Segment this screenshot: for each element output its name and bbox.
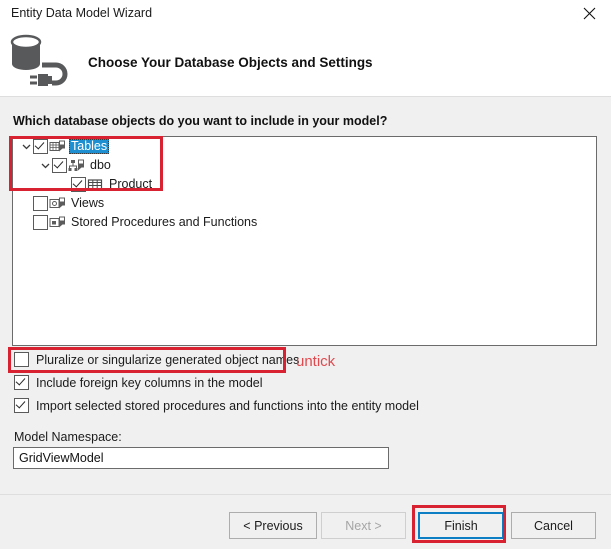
tree-item-product[interactable]: Product: [13, 175, 596, 194]
tree-label-dbo[interactable]: dbo: [88, 158, 113, 173]
chevron-down-icon[interactable]: [19, 137, 33, 156]
tree-item-views[interactable]: Views: [13, 194, 596, 213]
tree-label-stored-procedures[interactable]: Stored Procedures and Functions: [69, 215, 259, 230]
tables-folder-icon: [49, 139, 66, 154]
option-pluralize-checkbox[interactable]: [14, 352, 29, 367]
cancel-button[interactable]: Cancel: [511, 512, 596, 539]
tree-item-dbo[interactable]: dbo: [13, 156, 596, 175]
wizard-body: Which database objects do you want to in…: [0, 97, 611, 489]
option-foreign-keys-checkbox[interactable]: [14, 375, 29, 390]
option-pluralize[interactable]: Pluralize or singularize generated objec…: [14, 352, 299, 367]
tree-label-product[interactable]: Product: [107, 177, 154, 192]
chevron-down-icon[interactable]: [38, 156, 52, 175]
tree-label-tables[interactable]: Tables: [69, 139, 110, 154]
option-pluralize-label: Pluralize or singularize generated objec…: [36, 352, 300, 367]
previous-button[interactable]: < Previous: [229, 512, 317, 539]
tree-checkbox-views[interactable]: [33, 196, 48, 211]
title-bar: Entity Data Model Wizard: [0, 0, 611, 27]
stored-procedures-folder-icon: [49, 215, 66, 230]
database-connection-icon: [8, 31, 72, 91]
option-import-stored-procedures-checkbox[interactable]: [14, 398, 29, 413]
option-foreign-keys-label: Include foreign key columns in the model: [36, 375, 263, 390]
tree-checkbox-product[interactable]: [71, 177, 86, 192]
tree-label-views[interactable]: Views: [69, 196, 106, 211]
option-foreign-keys[interactable]: Include foreign key columns in the model: [14, 375, 263, 390]
schema-icon: [68, 158, 85, 173]
table-grid-icon: [87, 177, 104, 192]
next-button: Next >: [321, 512, 406, 539]
question-label: Which database objects do you want to in…: [13, 114, 388, 128]
option-import-stored-procedures-label: Import selected stored procedures and fu…: [36, 398, 419, 413]
tree-item-tables[interactable]: Tables: [13, 137, 596, 156]
database-objects-tree[interactable]: Tables dbo Product Views Stored Procedur…: [12, 136, 597, 346]
tree-item-stored-procedures[interactable]: Stored Procedures and Functions: [13, 213, 596, 232]
tree-checkbox-tables[interactable]: [33, 139, 48, 154]
tree-checkbox-dbo[interactable]: [52, 158, 67, 173]
model-namespace-label: Model Namespace:: [14, 430, 122, 444]
page-title: Choose Your Database Objects and Setting…: [88, 55, 373, 70]
model-namespace-input[interactable]: [13, 447, 389, 469]
annotation-label-untick: untick: [296, 353, 336, 370]
views-folder-icon: [49, 196, 66, 211]
finish-button[interactable]: Finish: [418, 512, 504, 539]
window-title: Entity Data Model Wizard: [11, 6, 153, 20]
option-import-stored-procedures[interactable]: Import selected stored procedures and fu…: [14, 398, 419, 413]
close-icon[interactable]: [567, 0, 611, 27]
wizard-header: Choose Your Database Objects and Setting…: [0, 27, 611, 97]
wizard-footer: < Previous Next > Finish Cancel: [0, 495, 611, 549]
tree-checkbox-stored-procedures[interactable]: [33, 215, 48, 230]
